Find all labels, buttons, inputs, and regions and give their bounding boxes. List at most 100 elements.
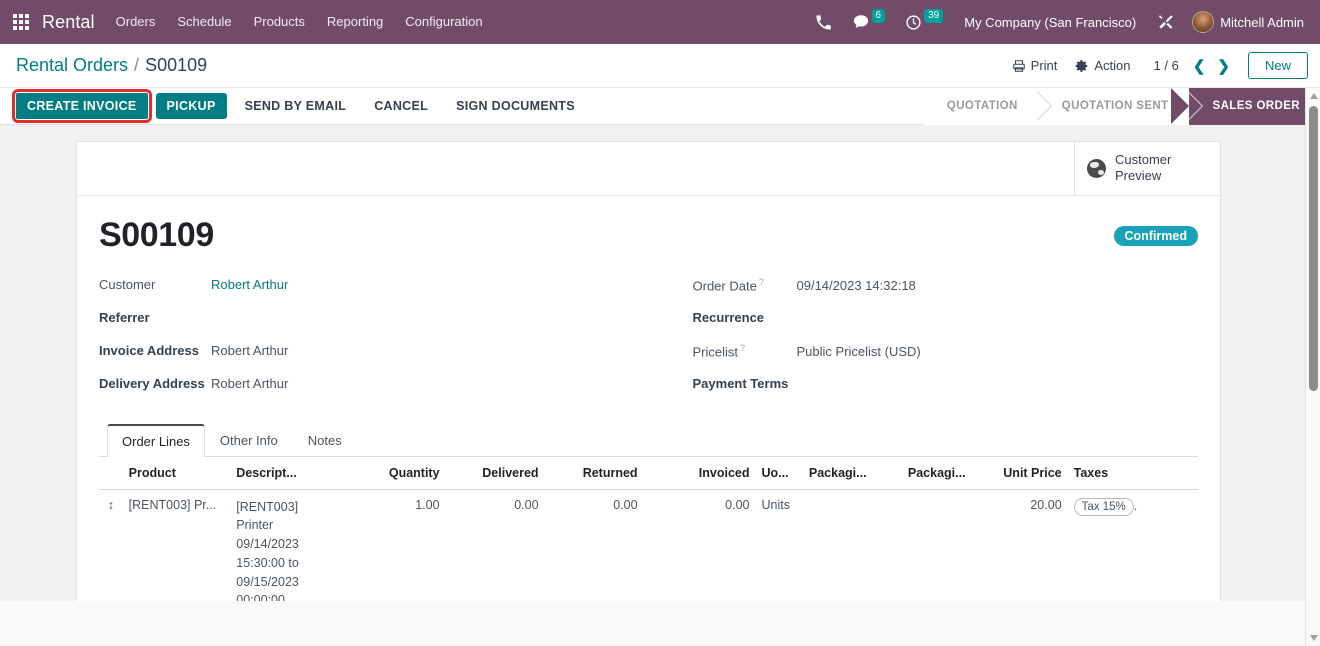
col-delivered[interactable]: Delivered bbox=[445, 456, 545, 490]
col-invoiced[interactable]: Invoiced bbox=[643, 456, 756, 490]
navbar-systray: 6 39 My Company (San Francisco) Mitchell… bbox=[806, 0, 1308, 44]
scroll-up-arrow-icon[interactable] bbox=[1309, 93, 1318, 99]
pager-next-icon[interactable]: ❯ bbox=[1211, 55, 1236, 77]
help-tooltip-icon[interactable]: ? bbox=[759, 277, 764, 287]
tab-other-info[interactable]: Other Info bbox=[205, 424, 293, 457]
col-uom[interactable]: Uo... bbox=[755, 456, 803, 490]
new-record-button[interactable]: New bbox=[1247, 52, 1308, 79]
breadcrumb-current-record: S00109 bbox=[145, 55, 208, 75]
form-fields-left: Customer Robert Arthur Referrer Invoice … bbox=[99, 277, 649, 409]
field-pricelist: Pricelist? Public Pricelist (USD) bbox=[693, 343, 1199, 376]
col-discount[interactable]: Disc... bbox=[1164, 456, 1198, 490]
cell-description[interactable]: [RENT003] Printer 09/14/2023 15:30:00 to… bbox=[230, 489, 346, 602]
cell-quantity[interactable]: 1.00 bbox=[347, 489, 446, 601]
cell-invoiced[interactable]: 0.00 bbox=[644, 489, 756, 601]
pickup-button[interactable]: PICKUP bbox=[155, 93, 227, 119]
field-referrer: Referrer bbox=[99, 310, 649, 343]
app-brand-rental[interactable]: Rental bbox=[42, 12, 95, 33]
help-tooltip-icon[interactable]: ? bbox=[740, 343, 745, 353]
messages-count-badge: 6 bbox=[871, 9, 886, 23]
cell-taxes[interactable]: Tax 15%. bbox=[1068, 489, 1165, 601]
field-label-recurrence: Recurrence bbox=[692, 309, 765, 325]
cell-returned[interactable]: 0.00 bbox=[545, 489, 644, 601]
wrench-screwdriver-icon[interactable] bbox=[1148, 0, 1184, 44]
field-label-delivery-address: Delivery Address bbox=[99, 375, 205, 391]
field-order-date: Order Date? 09/14/2023 14:32:18 bbox=[693, 277, 1199, 310]
tax-suffix: . bbox=[1133, 498, 1138, 513]
field-value-order-date[interactable]: 09/14/2023 14:32:18 bbox=[797, 278, 916, 293]
create-invoice-button[interactable]: CREATE INVOICE bbox=[12, 89, 152, 123]
activities-clock-icon[interactable]: 39 bbox=[896, 0, 952, 44]
sheet-body: S00109 Confirmed Customer Robert Arthur … bbox=[77, 196, 1220, 601]
pager-counter: 1 / 6 bbox=[1153, 58, 1179, 73]
field-label-customer: Customer bbox=[99, 276, 156, 292]
user-menu[interactable]: Mitchell Admin bbox=[1186, 11, 1308, 33]
cell-packaging[interactable] bbox=[902, 489, 980, 601]
tab-order-lines[interactable]: Order Lines bbox=[107, 423, 205, 457]
col-description[interactable]: Descript... bbox=[230, 456, 347, 490]
user-name-label: Mitchell Admin bbox=[1220, 14, 1304, 30]
company-switcher[interactable]: My Company (San Francisco) bbox=[954, 15, 1146, 30]
col-packaging[interactable]: Packagi... bbox=[901, 456, 980, 490]
order-date-text: Order Date bbox=[692, 277, 757, 293]
status-step-sales-order[interactable]: SALES ORDER bbox=[1170, 87, 1320, 125]
field-label-payment-terms: Payment Terms bbox=[692, 375, 789, 391]
vertical-scrollbar[interactable] bbox=[1305, 88, 1320, 646]
form-fields-right: Order Date? 09/14/2023 14:32:18 Recurren… bbox=[649, 277, 1199, 409]
field-value-invoice-address[interactable]: Robert Arthur bbox=[211, 343, 288, 358]
cell-product[interactable]: [RENT003] Pr... bbox=[123, 489, 231, 601]
sign-documents-button[interactable]: SIGN DOCUMENTS bbox=[446, 93, 585, 119]
customer-preview-line2: Preview bbox=[1115, 168, 1162, 184]
tab-notes[interactable]: Notes bbox=[293, 424, 357, 457]
col-product[interactable]: Product bbox=[122, 456, 231, 490]
desc-line-5: 09/15/2023 bbox=[236, 574, 299, 589]
apps-menu-icon[interactable] bbox=[8, 9, 34, 35]
pager-previous-icon[interactable]: ❮ bbox=[1187, 55, 1212, 77]
col-unit-price[interactable]: Unit Price bbox=[979, 456, 1068, 490]
col-drag bbox=[99, 456, 123, 490]
drag-handle-icon[interactable]: ↕ bbox=[99, 489, 123, 601]
phone-icon[interactable] bbox=[806, 0, 841, 44]
order-lines-table-scroll[interactable]: Product Descript... Quantity Delivered R… bbox=[99, 456, 1198, 601]
col-packaging-qty[interactable]: Packagi... bbox=[802, 456, 902, 490]
action-button[interactable]: Action bbox=[1066, 53, 1139, 78]
field-label-order-date: Order Date? bbox=[693, 277, 797, 293]
avatar bbox=[1192, 11, 1215, 33]
col-returned[interactable]: Returned bbox=[544, 456, 644, 490]
desc-line-6: 00:00:00 bbox=[236, 593, 285, 601]
nav-menu-products[interactable]: Products bbox=[243, 0, 316, 44]
nav-menu-configuration[interactable]: Configuration bbox=[394, 0, 493, 44]
col-taxes[interactable]: Taxes bbox=[1067, 456, 1165, 490]
scroll-down-arrow-icon[interactable] bbox=[1309, 635, 1318, 641]
table-row[interactable]: ↕ [RENT003] Pr... [RENT003] Printer 09/1… bbox=[99, 489, 1198, 601]
col-quantity[interactable]: Quantity bbox=[346, 456, 446, 490]
nav-menu-reporting[interactable]: Reporting bbox=[316, 0, 394, 44]
nav-menu-orders[interactable]: Orders bbox=[105, 0, 167, 44]
status-step-quotation[interactable]: QUOTATION bbox=[922, 87, 1038, 125]
cell-discount[interactable]: 0.00 bbox=[1165, 489, 1199, 601]
field-payment-terms: Payment Terms bbox=[693, 376, 1199, 409]
breadcrumb-root-rental-orders[interactable]: Rental Orders bbox=[16, 55, 128, 76]
messages-icon[interactable]: 6 bbox=[843, 0, 895, 44]
customer-preview-button[interactable]: Customer Preview bbox=[1074, 142, 1220, 195]
odoo-rental-order-page: Rental Orders Schedule Products Reportin… bbox=[0, 0, 1320, 646]
nav-menu-schedule[interactable]: Schedule bbox=[166, 0, 242, 44]
customer-preview-line1: Customer bbox=[1115, 152, 1172, 167]
field-value-delivery-address[interactable]: Robert Arthur bbox=[211, 376, 288, 391]
cancel-button[interactable]: CANCEL bbox=[364, 93, 438, 119]
send-by-email-button[interactable]: SEND BY EMAIL bbox=[235, 93, 357, 119]
notebook: Order Lines Other Info Notes Product Des… bbox=[99, 423, 1198, 601]
cell-uom[interactable]: Units bbox=[756, 489, 803, 601]
form-content-area: Customer Preview S00109 Confirmed Custom… bbox=[0, 125, 1320, 601]
field-customer: Customer Robert Arthur bbox=[99, 277, 649, 310]
status-step-quotation-sent[interactable]: QUOTATION SENT bbox=[1037, 87, 1189, 125]
field-value-pricelist[interactable]: Public Pricelist (USD) bbox=[797, 344, 921, 359]
cell-packaging-qty[interactable] bbox=[803, 489, 902, 601]
cell-unit-price[interactable]: 20.00 bbox=[979, 489, 1067, 601]
cell-delivered[interactable]: 0.00 bbox=[446, 489, 545, 601]
tax-badge: Tax 15% bbox=[1073, 497, 1134, 516]
print-button[interactable]: Print bbox=[1003, 53, 1067, 78]
field-value-customer[interactable]: Robert Arthur bbox=[211, 277, 288, 292]
breadcrumb-separator: / bbox=[134, 55, 140, 75]
scrollbar-thumb[interactable] bbox=[1309, 106, 1318, 391]
